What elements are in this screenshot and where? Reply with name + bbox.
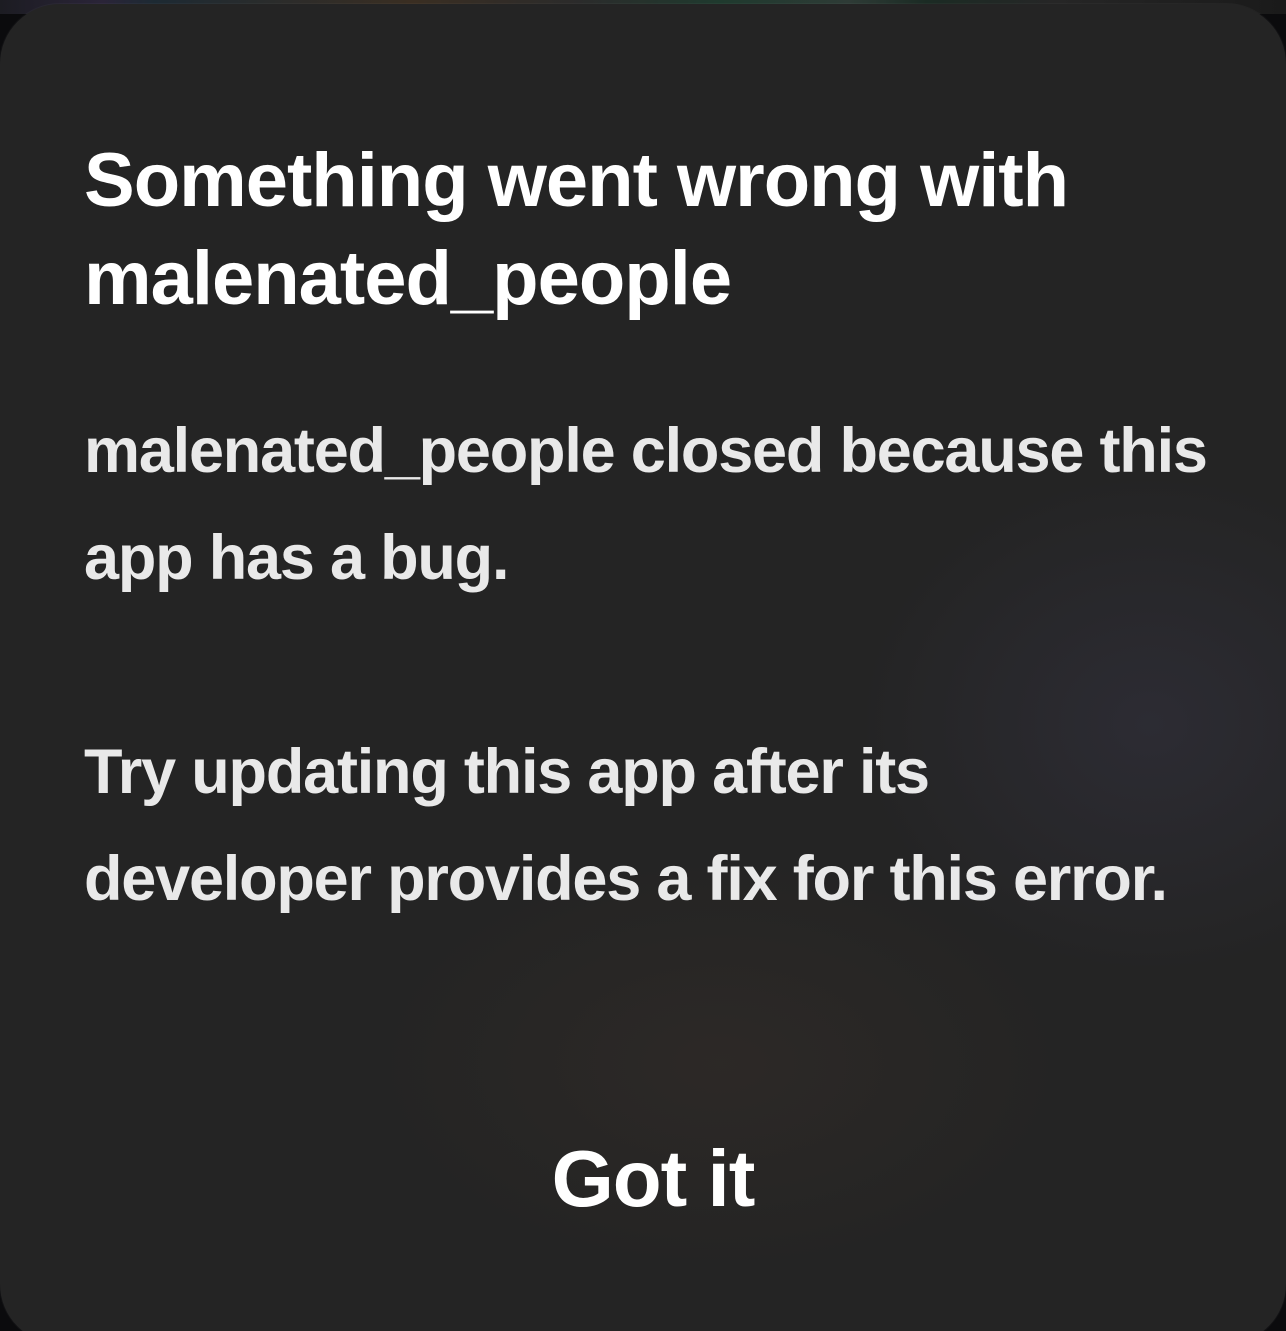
dialog-message: malenated_people closed because this app… xyxy=(84,416,1208,914)
dialog-title: Something went wrong with malenated_peop… xyxy=(84,138,1069,321)
got-it-button[interactable]: Got it xyxy=(443,1124,863,1234)
screen: Something went wrong with malenated_peop… xyxy=(0,0,1286,1331)
app-crash-dialog: Something went wrong with malenated_peop… xyxy=(0,4,1286,1331)
